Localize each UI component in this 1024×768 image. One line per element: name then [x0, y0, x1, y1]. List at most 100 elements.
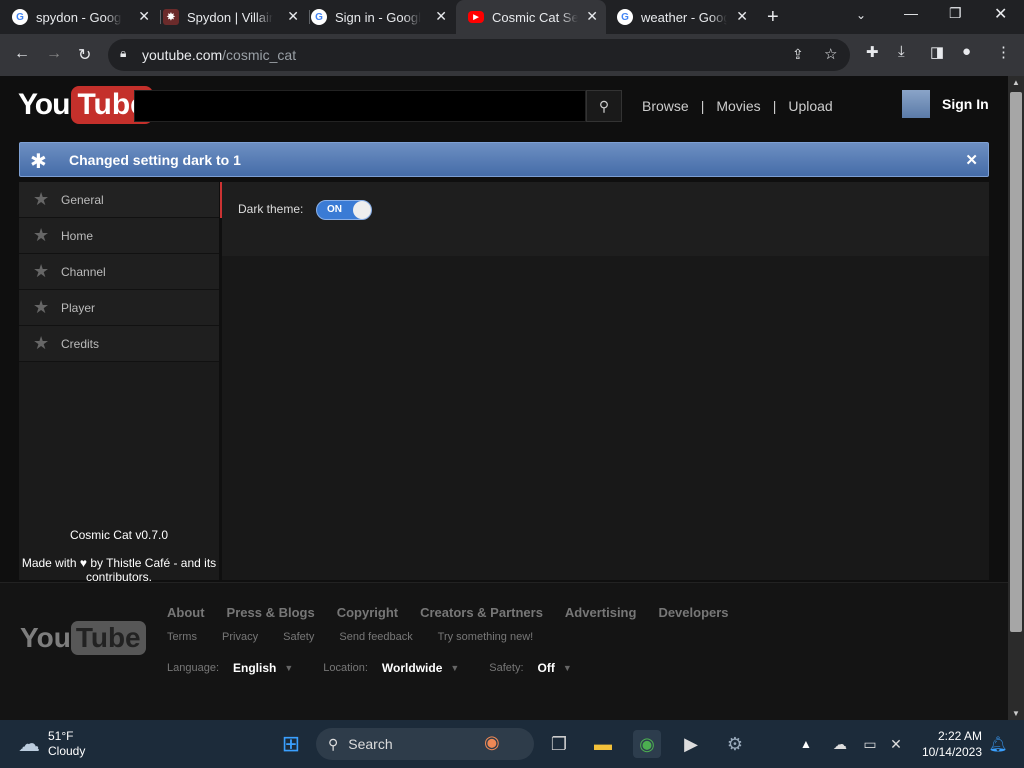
page-scrollbar[interactable]: ▲ ▼: [1008, 76, 1024, 720]
safety-select[interactable]: Off: [538, 661, 555, 675]
browser-tab[interactable]: G spydon - Google ✕: [12, 0, 158, 34]
chrome-icon[interactable]: ◉: [633, 730, 661, 758]
sidebar-item-credits[interactable]: ★ Credits: [19, 326, 219, 362]
tab-search-icon[interactable]: ⌄: [856, 8, 866, 22]
dark-theme-label: Dark theme:: [238, 202, 304, 216]
tab-title: Cosmic Cat Sett: [492, 9, 578, 25]
search-icon: ⚲: [598, 97, 610, 114]
lock-icon[interactable]: 🔒︎: [120, 46, 126, 61]
footer-link-terms[interactable]: Terms: [167, 631, 197, 643]
toggle-knob: [353, 201, 371, 219]
settings-gear-icon[interactable]: ⚙: [721, 730, 749, 758]
tab-title: Sign in - Google: [335, 9, 421, 25]
close-tab-icon[interactable]: ✕: [586, 8, 598, 25]
reload-icon[interactable]: ↻: [78, 45, 91, 65]
side-panel-icon[interactable]: ◨: [930, 43, 944, 61]
chevron-down-icon[interactable]: ▼: [450, 663, 459, 673]
share-icon[interactable]: ⇪: [792, 46, 804, 63]
location-select[interactable]: Worldwide: [382, 661, 442, 675]
page-viewport: You Tube ⚲ Browse | Movies | Upload Sign…: [0, 76, 1008, 720]
tab-separator: [160, 10, 161, 24]
chevron-down-icon[interactable]: ▼: [563, 663, 572, 673]
browser-tab[interactable]: G weather - Goog ✕: [610, 0, 756, 34]
language-select[interactable]: English: [233, 661, 276, 675]
menu-icon[interactable]: ⋮: [996, 43, 1011, 61]
close-tab-icon[interactable]: ✕: [435, 8, 447, 25]
credits-text: Made with ♥ by Thistle Café - and its co…: [21, 556, 217, 584]
footer-youtube-logo[interactable]: You Tube: [20, 621, 146, 655]
footer-preferences: Language: English ▼ Location: Worldwide …: [167, 661, 602, 675]
footer-secondary-links: Terms Privacy Safety Send feedback Try s…: [167, 631, 555, 643]
network-icon[interactable]: ▭: [856, 730, 884, 758]
taskbar-search-label: Search: [348, 736, 393, 752]
sidebar-item-player[interactable]: ★ Player: [19, 290, 219, 326]
close-tab-icon[interactable]: ✕: [138, 8, 150, 25]
download-icon[interactable]: ⤓: [898, 43, 905, 60]
address-bar[interactable]: 🔒︎ youtube.com/cosmic_cat ⇪ ☆: [108, 39, 850, 71]
footer-link-about[interactable]: About: [167, 605, 205, 620]
toggle-state: ON: [327, 204, 342, 215]
taskbar-search[interactable]: ⚲ Search ◉: [316, 728, 534, 760]
scroll-up-icon[interactable]: ▲: [1012, 78, 1020, 87]
bookmark-star-icon[interactable]: ☆: [824, 45, 837, 63]
chevron-up-icon[interactable]: ▲: [792, 730, 820, 758]
volume-muted-icon[interactable]: ✕: [882, 730, 910, 758]
close-notification-icon[interactable]: ✕: [965, 151, 978, 169]
scrollbar-thumb[interactable]: [1010, 92, 1022, 632]
forward-icon[interactable]: →: [46, 45, 62, 63]
sidebar-item-label: Home: [61, 228, 94, 243]
clock[interactable]: 2:22 AM 10/14/2023: [918, 728, 982, 760]
restore-icon[interactable]: ❐: [949, 5, 962, 22]
dark-theme-toggle[interactable]: ON: [316, 200, 372, 220]
weather-widget[interactable]: ☁ 51°F Cloudy: [18, 729, 85, 759]
browser-tab[interactable]: ✸ Spydon | Villain ✕: [163, 0, 307, 34]
notification-bell-icon[interactable]: 🔔︎: [984, 730, 1012, 758]
close-tab-icon[interactable]: ✕: [287, 8, 299, 25]
sidebar-item-home[interactable]: ★ Home: [19, 218, 219, 254]
footer-link-developers[interactable]: Developers: [658, 605, 728, 620]
footer-link-press[interactable]: Press & Blogs: [227, 605, 315, 620]
close-window-icon[interactable]: ✕: [994, 4, 1007, 24]
nav-separator: |: [700, 98, 705, 114]
footer-link-safety[interactable]: Safety: [283, 631, 314, 643]
new-tab-button[interactable]: +: [767, 6, 779, 29]
date: 10/14/2023: [921, 745, 982, 759]
media-player-icon[interactable]: ▶: [677, 730, 705, 758]
profile-icon[interactable]: ●: [962, 43, 971, 60]
youtube-logo[interactable]: You Tube: [18, 86, 153, 124]
nav-movies-link[interactable]: Movies: [716, 98, 760, 114]
onedrive-icon[interactable]: ☁: [826, 730, 854, 758]
sidebar-item-channel[interactable]: ★ Channel: [19, 254, 219, 290]
minimize-icon[interactable]: —: [904, 5, 918, 21]
fandom-icon: ✸: [163, 9, 179, 25]
location-label: Location:: [323, 662, 368, 674]
footer-link-advertising[interactable]: Advertising: [565, 605, 637, 620]
task-view-icon[interactable]: ❐: [545, 730, 573, 758]
star-icon: ★: [33, 261, 50, 281]
sign-in-link[interactable]: Sign In: [942, 96, 989, 112]
nav-browse-link[interactable]: Browse: [642, 98, 689, 114]
nav-upload-link[interactable]: Upload: [788, 98, 832, 114]
footer-link-copyright[interactable]: Copyright: [337, 605, 398, 620]
browser-tab-active[interactable]: ▶ Cosmic Cat Sett ✕: [456, 0, 606, 34]
back-icon[interactable]: ←: [14, 45, 30, 63]
chevron-down-icon[interactable]: ▼: [284, 663, 293, 673]
close-tab-icon[interactable]: ✕: [736, 8, 748, 25]
sidebar-item-general[interactable]: ★ General: [19, 182, 223, 218]
windows-start-icon[interactable]: ⊞: [277, 730, 305, 758]
star-icon: ★: [33, 333, 50, 353]
file-explorer-icon[interactable]: ▬: [589, 730, 617, 758]
weather-condition: Cloudy: [48, 744, 86, 758]
footer-link-privacy[interactable]: Privacy: [222, 631, 258, 643]
search-button[interactable]: ⚲: [586, 90, 622, 122]
temperature: 51°F: [48, 729, 74, 743]
scroll-down-icon[interactable]: ▼: [1012, 709, 1020, 718]
browser-tab[interactable]: G Sign in - Google ✕: [311, 0, 455, 34]
extensions-icon[interactable]: ✚: [866, 43, 879, 61]
footer-link-creators[interactable]: Creators & Partners: [420, 605, 543, 620]
footer-link-try-new[interactable]: Try something new!: [438, 631, 534, 643]
search-input[interactable]: [134, 90, 586, 122]
asterisk-icon: ✱: [30, 151, 47, 173]
footer-link-feedback[interactable]: Send feedback: [339, 631, 412, 643]
avatar[interactable]: [902, 90, 930, 118]
